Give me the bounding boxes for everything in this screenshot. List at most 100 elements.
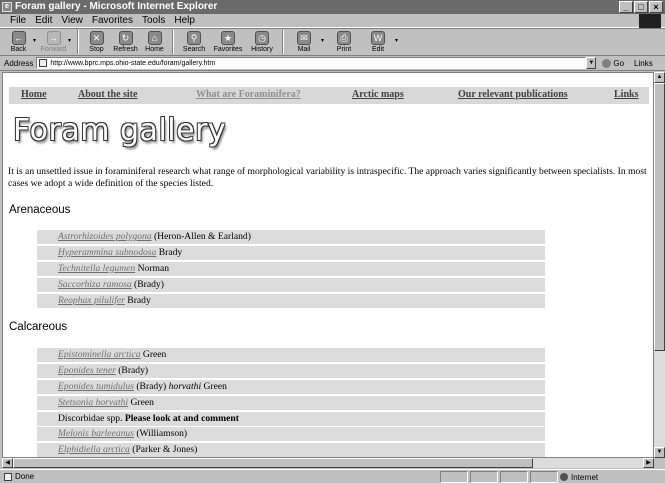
menu-favorites[interactable]: Favorites (92, 15, 133, 26)
subspecies-author: Green (201, 380, 227, 392)
species-link[interactable]: Hyperammina subnodosa (58, 247, 156, 258)
species-author: Green (140, 349, 167, 360)
species-author: (Heron-Allen & Earland) (151, 231, 251, 242)
stop-button[interactable]: ✕ Stop (82, 29, 111, 53)
maximize-button[interactable]: □ (634, 1, 648, 13)
menu-help[interactable]: Help (174, 15, 195, 26)
status-pane (500, 471, 528, 483)
species-row: Stetsonia horvathi Green (37, 395, 545, 410)
edit-icon: W (371, 31, 385, 45)
toolbar-separator (282, 30, 284, 54)
print-icon: ⎙ (337, 31, 351, 45)
species-row: Epistominella arctica Green (37, 348, 545, 362)
standard-toolbar: ← Back ▾ → Forward ▾ ✕ Stop ↻ Refresh ⌂ Home ⚲ Search… (0, 28, 665, 56)
menu-edit[interactable]: Edit (35, 15, 52, 26)
window-titlebar: e Foram gallery - Microsoft Internet Exp… (0, 0, 665, 14)
favorites-button[interactable]: ★ Favorites (211, 29, 245, 53)
species-author: Norman (135, 262, 170, 274)
status-page-icon (4, 472, 12, 481)
dropdown-arrow-icon[interactable]: ▾ (68, 37, 74, 44)
toolbar-label: Forward (40, 46, 67, 53)
toolbar-label: Search (182, 46, 206, 53)
zone-label: Internet (571, 472, 599, 482)
scroll-left-button[interactable]: ◀ (2, 458, 13, 468)
nav-home[interactable]: Home (21, 89, 47, 100)
address-input[interactable]: http://www.bprc.mps.ohio-state.edu/foram… (36, 57, 587, 69)
forward-arrow-icon: → (46, 31, 61, 45)
edit-button[interactable]: W Edit (361, 29, 395, 53)
species-row: Eponides tumidulus (Brady) horvathi Gree… (37, 379, 545, 394)
address-url: http://www.bprc.mps.ohio-state.edu/foram… (50, 59, 216, 67)
toolbar-label: Edit (371, 46, 385, 53)
species-row: Astrorhizoides polygona (Heron-Allen & E… (37, 230, 545, 244)
home-icon: ⌂ (147, 31, 162, 45)
dropdown-arrow-icon[interactable]: ▾ (395, 37, 401, 44)
nav-links[interactable]: Links (614, 89, 638, 100)
nav-publications[interactable]: Our relevant publications (458, 89, 568, 100)
species-link[interactable]: Epistominella arctica (58, 349, 141, 360)
site-nav-bar: Home About the site What are Foraminifer… (9, 87, 649, 104)
species-link[interactable]: Elphidiella arctica (58, 444, 130, 455)
vertical-scroll-thumb[interactable] (654, 83, 665, 351)
history-icon: ◷ (255, 31, 269, 45)
species-link[interactable]: Astrorhizoides polygona (58, 231, 152, 242)
species-row: Saccorhiza ramosa (Brady) (37, 277, 545, 292)
search-icon: ⚲ (187, 31, 201, 45)
species-author: Brady (156, 246, 183, 258)
close-button[interactable]: × (649, 1, 663, 13)
species-link[interactable]: Reophax pilulifer (58, 295, 125, 306)
search-button[interactable]: ⚲ Search (177, 29, 211, 53)
ie-app-icon: e (2, 2, 12, 12)
species-author: (Brady) (131, 278, 164, 290)
page-icon (39, 59, 48, 67)
globe-icon (560, 473, 568, 481)
species-link[interactable]: Melonis barleeanus (58, 428, 134, 439)
home-button[interactable]: ⌂ Home (140, 29, 169, 53)
toolbar-label: Mail (297, 46, 311, 53)
species-author: (Brady) (133, 380, 169, 392)
species-link[interactable]: Eponides tumidulus (58, 381, 134, 392)
scroll-up-button[interactable]: ▲ (654, 72, 665, 83)
menu-bar: File Edit View Favorites Tools Help (0, 14, 665, 28)
mail-icon: ✉ (297, 31, 311, 45)
history-button[interactable]: ◷ History (245, 29, 279, 53)
mail-button[interactable]: ✉ Mail (287, 29, 321, 53)
species-author: Green (128, 396, 154, 408)
scroll-right-button[interactable]: ▶ (643, 458, 654, 468)
scroll-down-button[interactable]: ▼ (654, 447, 665, 458)
species-link[interactable]: Saccorhiza ramosa (58, 279, 132, 290)
intro-paragraph: It is an unsettled issue in foraminifera… (8, 166, 647, 189)
species-link[interactable]: Stetsonia horvathi (58, 397, 128, 408)
vertical-scrollbar[interactable]: ▲ ▼ (654, 72, 665, 458)
species-row: Technitella legumen Norman (37, 261, 545, 276)
refresh-icon: ↻ (118, 31, 133, 45)
forward-button[interactable]: → Forward (39, 29, 68, 53)
toolbar-label: Back (10, 46, 27, 53)
species-row: Discorbidae spp. Please look at and comm… (37, 411, 545, 426)
horizontal-scrollbar[interactable]: ◀ ▶ (2, 458, 654, 468)
nav-arctic-maps[interactable]: Arctic maps (352, 89, 404, 100)
species-link[interactable]: Eponides tener (58, 365, 116, 376)
minimize-button[interactable]: _ (619, 1, 633, 13)
address-dropdown-button[interactable]: ▼ (586, 57, 597, 69)
print-button[interactable]: ⎙ Print (327, 29, 361, 53)
menu-tools[interactable]: Tools (142, 15, 165, 26)
status-pane (440, 471, 468, 483)
back-button[interactable]: ← Back (4, 29, 33, 53)
menu-file[interactable]: File (10, 15, 26, 26)
horizontal-scroll-thumb[interactable] (13, 458, 533, 468)
go-button[interactable]: Go (602, 58, 624, 68)
species-link[interactable]: Technitella legumen (58, 263, 135, 274)
species-row: Hyperammina subnodosa Brady (37, 245, 545, 260)
nav-about[interactable]: About the site (78, 89, 137, 100)
refresh-button[interactable]: ↻ Refresh (111, 29, 140, 53)
menu-view[interactable]: View (61, 15, 83, 26)
status-pane (470, 471, 498, 483)
links-button[interactable]: Links (634, 59, 653, 68)
back-arrow-icon: ← (11, 31, 26, 45)
species-row: Elphidiella arctica (Parker & Jones) (37, 443, 545, 457)
security-zone: Internet (560, 471, 598, 483)
section-heading-calcareous: Calcareous (9, 321, 68, 333)
nav-what-are-foraminifera[interactable]: What are Foraminifera? (196, 89, 301, 100)
species-list-calcareous: Epistominella arctica Green Eponides tene… (37, 348, 545, 457)
